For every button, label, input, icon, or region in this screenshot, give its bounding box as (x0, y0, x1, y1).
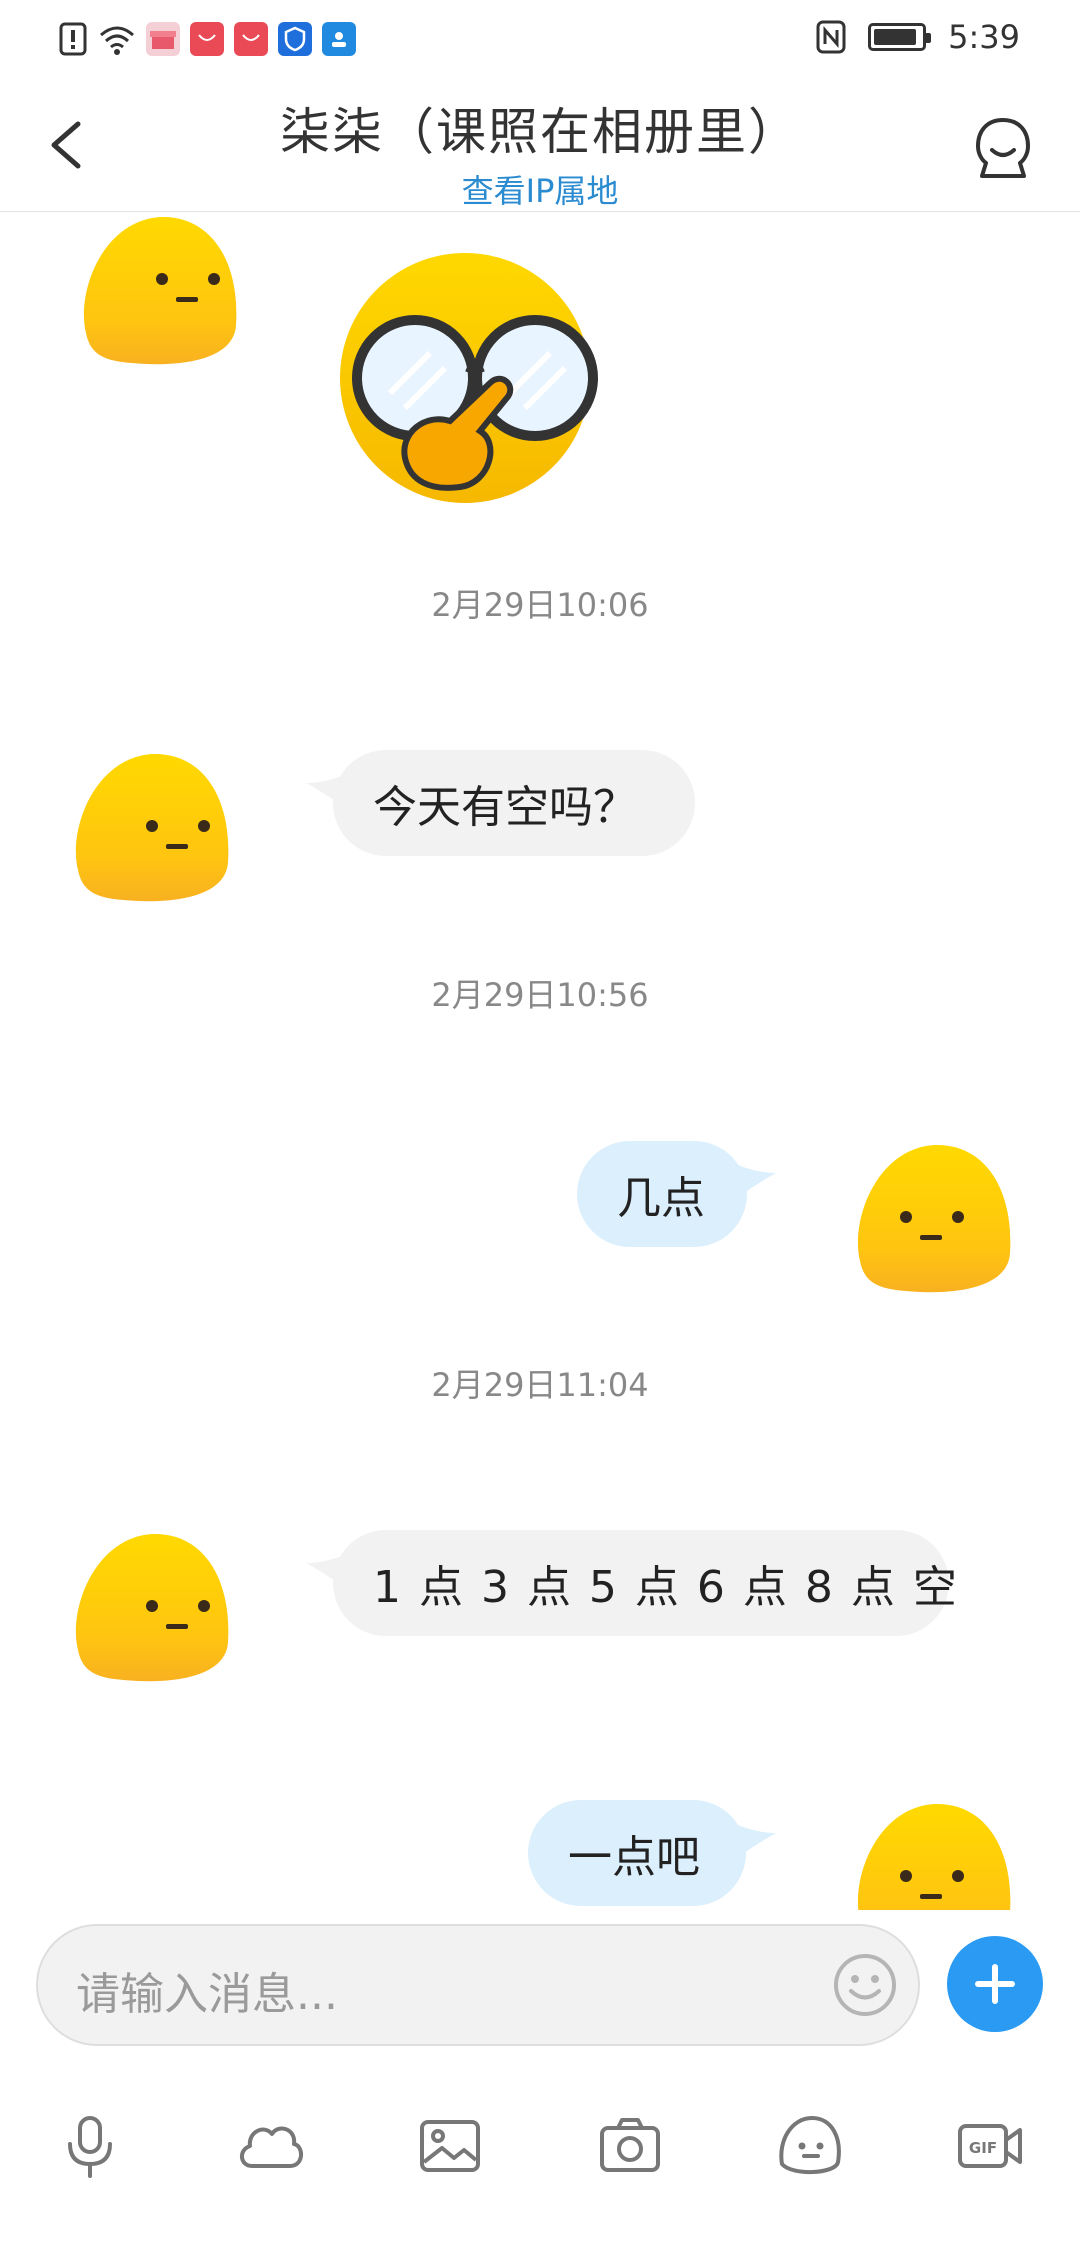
input-toolbar: GIF (0, 2110, 1080, 2200)
message-list[interactable]: 2月29日10:06 今天有空吗？ 2月29日10:56 几点 2月29日11:… (0, 213, 1080, 1910)
profile-icon[interactable] (970, 114, 1036, 184)
chat-title: 柒柒（课照在相册里） (280, 103, 800, 161)
camera-icon[interactable] (594, 2110, 666, 2182)
microphone-icon[interactable] (54, 2110, 126, 2182)
status-bar: 5:39 (0, 0, 1080, 80)
sticker-face-icon[interactable] (774, 2110, 846, 2182)
contacts-icon (322, 22, 356, 56)
plus-icon (975, 1964, 1015, 2004)
shield-icon (278, 22, 312, 56)
bubble-tail (738, 1825, 776, 1857)
cloud-icon[interactable] (234, 2110, 306, 2182)
svg-text:GIF: GIF (969, 2139, 997, 2157)
my-avatar[interactable] (846, 1800, 1014, 1910)
status-time: 5:39 (948, 18, 1020, 56)
wifi-icon (100, 26, 134, 55)
battery-icon (868, 23, 932, 51)
incoming-message-bubble[interactable]: 1 点 3 点 5 点 6 点 8 点 空 (333, 1530, 957, 1636)
image-icon[interactable] (414, 2110, 486, 2182)
huawei-shop-icon (234, 22, 268, 56)
nfc-icon (816, 20, 846, 54)
notification-icons (58, 22, 356, 56)
gif-video-icon[interactable]: GIF (954, 2110, 1026, 2182)
message-input[interactable]: 请输入消息... (36, 1924, 920, 2046)
huawei-shop-icon (190, 22, 224, 56)
message-timestamp: 2月29日10:56 (431, 976, 649, 1014)
outgoing-message-bubble[interactable]: 一点吧 (528, 1800, 746, 1906)
warning-icon (59, 22, 87, 56)
sticker-glasses-face[interactable] (330, 243, 600, 513)
message-timestamp: 2月29日10:06 (431, 586, 649, 624)
contact-avatar[interactable] (72, 213, 240, 369)
view-ip-location-link[interactable]: 查看IP属地 (0, 166, 1080, 212)
incoming-message-bubble[interactable]: 今天有空吗？ (333, 750, 695, 856)
chat-header: 柒柒（课照在相册里） 查看IP属地 (0, 80, 1080, 212)
emoji-button[interactable] (832, 1952, 898, 2018)
my-avatar[interactable] (846, 1141, 1014, 1297)
outgoing-message-bubble[interactable]: 几点 (577, 1141, 747, 1247)
message-input-placeholder: 请输入消息... (76, 1969, 338, 2020)
message-timestamp: 2月29日11:04 (431, 1366, 649, 1404)
contact-avatar[interactable] (64, 750, 232, 906)
bubble-tail (738, 1165, 776, 1197)
contact-avatar[interactable] (64, 1530, 232, 1686)
more-actions-button[interactable] (947, 1936, 1043, 2032)
message-composer: 请输入消息... (0, 1910, 1080, 2070)
gift-box-icon (146, 22, 180, 56)
